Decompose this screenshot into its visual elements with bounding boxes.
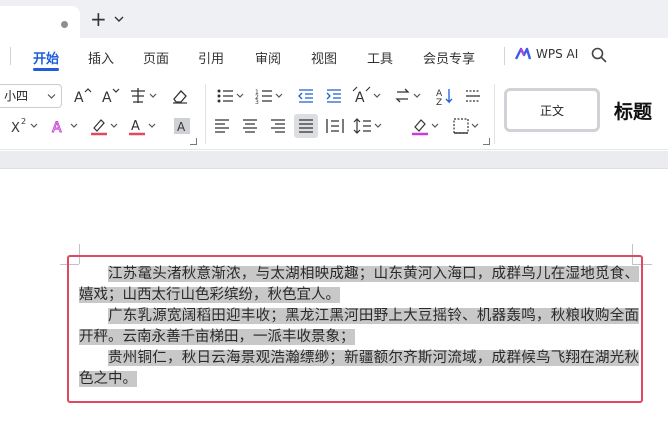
numbered-list-icon[interactable]: 123 [255, 86, 285, 106]
tab-home[interactable]: 开始 [33, 48, 59, 67]
justify-button[interactable] [294, 114, 318, 138]
decrease-font-size-icon[interactable]: A [100, 86, 120, 106]
divider [504, 47, 505, 65]
svg-text:A: A [102, 90, 112, 106]
borders-icon[interactable] [452, 116, 482, 136]
decrease-indent-icon[interactable] [296, 86, 316, 106]
clear-format-icon[interactable] [170, 86, 190, 106]
text-effect-icon[interactable]: A [50, 116, 82, 136]
tab-page[interactable]: 页面 [143, 48, 169, 67]
line-spacing-icon[interactable] [353, 116, 385, 136]
style-heading-button[interactable]: 标题 [606, 88, 668, 132]
align-center-icon[interactable] [241, 116, 259, 136]
font-size-select[interactable]: 小四 [0, 84, 62, 108]
new-tab-button[interactable]: + [90, 9, 107, 29]
tab-insert[interactable]: 插入 [88, 48, 114, 67]
text-direction-icon[interactable] [394, 86, 424, 106]
divider [494, 84, 495, 144]
svg-text:A: A [177, 120, 186, 134]
increase-font-size-icon[interactable]: A [72, 86, 92, 106]
show-marks-icon[interactable] [463, 86, 483, 106]
unsaved-dot-icon [61, 21, 68, 28]
tab-review[interactable]: 审阅 [255, 48, 281, 67]
tab-references[interactable]: 引用 [198, 48, 224, 67]
tab-view[interactable]: 视图 [311, 48, 337, 67]
distributed-icon[interactable] [325, 116, 345, 136]
superscript-icon[interactable]: X2 [10, 116, 42, 136]
svg-text:3: 3 [255, 99, 259, 106]
font-dialog-launcher-icon[interactable] [190, 138, 197, 145]
increase-indent-icon[interactable] [324, 86, 344, 106]
sort-icon[interactable]: AZ [435, 86, 455, 106]
svg-text:A: A [74, 90, 84, 106]
style-normal-button[interactable]: 正文 [504, 88, 600, 132]
tab-member[interactable]: 会员专享 [423, 48, 475, 67]
wps-ai-logo-icon [515, 47, 531, 60]
active-tab-indicator [33, 68, 59, 71]
character-spacing-icon[interactable]: A [352, 86, 384, 106]
svg-text:Z: Z [436, 98, 442, 106]
selection-highlight-box [67, 255, 643, 403]
align-left-icon[interactable] [213, 116, 231, 136]
font-size-value: 小四 [4, 89, 29, 103]
style-heading-label: 标题 [614, 100, 653, 123]
chevron-down-icon [47, 94, 56, 99]
ruler-area [0, 151, 668, 169]
divider [205, 84, 206, 144]
svg-text:A: A [355, 90, 365, 106]
svg-text:A: A [131, 119, 140, 134]
document-tab[interactable] [0, 6, 80, 38]
tab-tools[interactable]: 工具 [367, 48, 393, 67]
svg-text:X: X [11, 121, 20, 136]
bullet-list-icon[interactable] [216, 86, 246, 106]
search-icon[interactable] [590, 46, 608, 64]
style-normal-label: 正文 [539, 103, 564, 118]
align-right-icon[interactable] [269, 116, 287, 136]
wps-ai-label: WPS AI [536, 47, 579, 61]
chevron-down-icon[interactable] [114, 14, 124, 24]
justify-icon [299, 119, 313, 133]
highlight-icon[interactable] [90, 116, 122, 136]
divider [10, 47, 11, 65]
paragraph-shading-icon[interactable] [410, 116, 442, 136]
svg-text:2: 2 [21, 117, 26, 126]
title-bar: + [0, 0, 668, 38]
paragraph-dialog-launcher-icon[interactable] [483, 138, 490, 145]
wps-ai-button[interactable]: WPS AI [515, 47, 578, 61]
font-color-icon[interactable]: A [128, 116, 160, 136]
menu-bar: 开始 插入 页面 引用 审阅 视图 工具 会员专享 WPS AI [0, 38, 668, 74]
character-shading-icon[interactable]: A [172, 116, 192, 136]
ribbon-toolbar: 小四 A A 123 A AZ X2 A A A 正文 标题 [0, 74, 668, 150]
svg-text:A: A [52, 120, 62, 136]
pinyin-guide-icon[interactable] [128, 86, 160, 106]
